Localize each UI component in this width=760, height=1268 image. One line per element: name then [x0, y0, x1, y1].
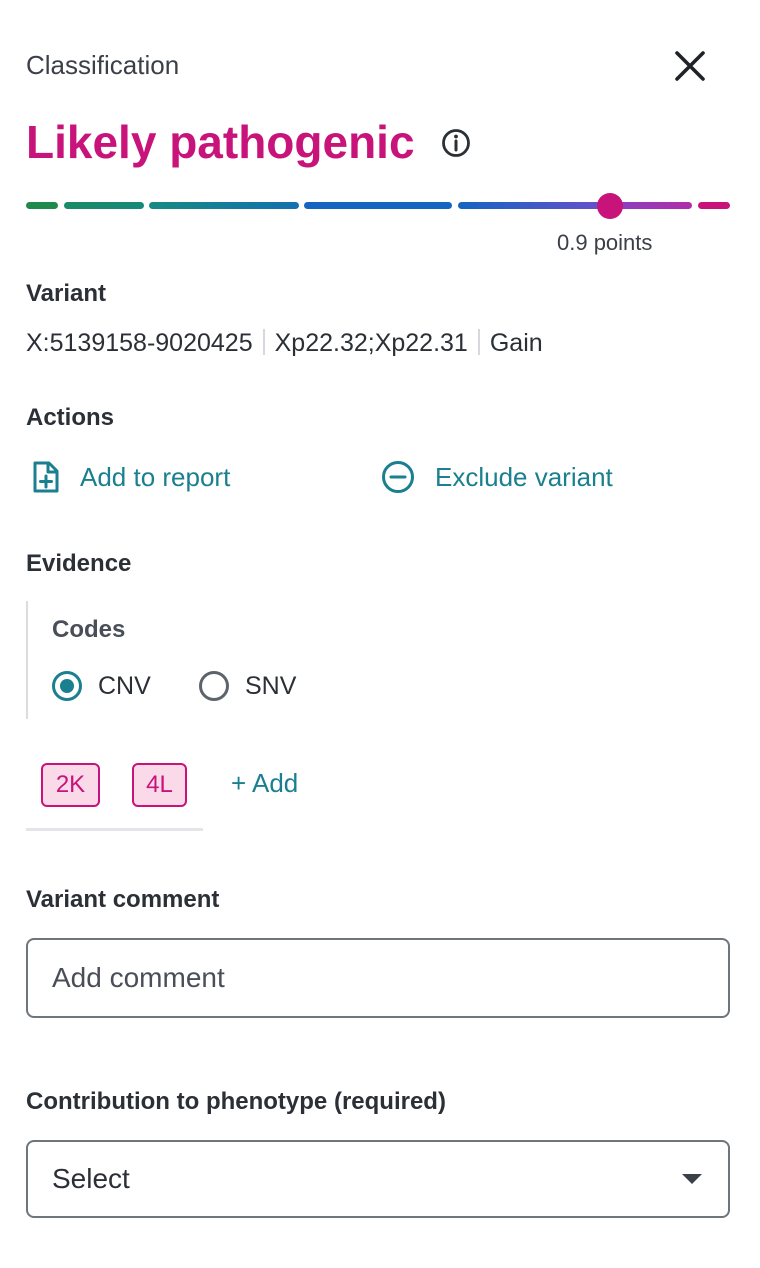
phenotype-select[interactable]: Select [26, 1140, 730, 1218]
variant-coordinates: X:5139158-9020425 [26, 329, 253, 357]
scale-marker[interactable] [597, 193, 623, 219]
variant-type: Gain [489, 329, 543, 357]
radio-selected-indicator[interactable] [52, 671, 82, 701]
radio-cnv[interactable]: CNV [52, 668, 151, 704]
exclude-variant-label: Exclude variant [435, 461, 613, 492]
phenotype-heading: Contribution to phenotype (required) [26, 1088, 446, 1115]
caret-down-icon [682, 1174, 702, 1184]
radio-unselected-indicator[interactable] [199, 671, 229, 701]
variant-heading: Variant [26, 280, 107, 307]
exclude-variant-button[interactable]: Exclude variant [381, 458, 613, 496]
variant-comment-heading: Variant comment [26, 886, 220, 913]
actions-heading: Actions [26, 404, 115, 431]
points-label: 0.9 points [557, 230, 653, 255]
close-icon[interactable] [670, 46, 710, 86]
variant-details: X:5139158-9020425 Xp22.32;Xp22.31 Gain [26, 329, 543, 358]
minus-circle-icon [382, 461, 414, 493]
divider [477, 329, 480, 355]
classification-title: Likely pathogenic [26, 116, 415, 168]
code-chip[interactable]: 4L [132, 763, 187, 807]
scale-segment [64, 202, 144, 209]
radio-cnv-label: CNV [98, 671, 151, 700]
evidence-heading: Evidence [26, 550, 132, 577]
evidence-divider [26, 601, 28, 719]
scale-segment [304, 202, 452, 209]
radio-snv-label: SNV [245, 671, 297, 700]
add-to-report-button[interactable]: Add to report [32, 458, 230, 496]
scale-segment [149, 202, 299, 209]
codes-heading: Codes [52, 616, 126, 643]
file-plus-icon [33, 461, 59, 493]
scale-segment [458, 202, 608, 209]
info-icon[interactable] [440, 127, 472, 159]
scale-segment [612, 202, 692, 209]
add-to-report-label: Add to report [80, 461, 231, 492]
codes-divider [26, 828, 203, 831]
divider [262, 329, 265, 355]
phenotype-select-value: Select [52, 1163, 130, 1194]
add-code-button[interactable]: + Add [231, 768, 298, 799]
panel-header-label: Classification [26, 50, 180, 80]
scale-segment [26, 202, 58, 209]
close-button[interactable] [670, 46, 710, 86]
radio-snv[interactable]: SNV [199, 668, 296, 704]
scale-segment [698, 202, 730, 209]
variant-cytoband: Xp22.32;Xp22.31 [274, 329, 468, 357]
code-chip[interactable]: 2K [41, 763, 100, 807]
variant-comment-input[interactable] [26, 938, 730, 1018]
